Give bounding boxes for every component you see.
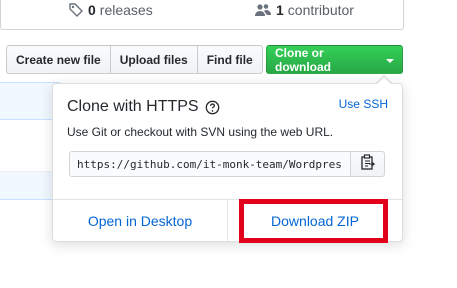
file-list-row-highlighted [0,172,60,200]
upload-files-button[interactable]: Upload files [109,45,198,74]
tag-icon [69,3,83,17]
find-file-button[interactable]: Find file [196,45,263,74]
file-actions-group: Create new file Upload files Find file [6,45,263,74]
caret-down-icon [386,58,394,63]
clone-title-text: Clone with HTTPS [67,98,199,115]
clone-url-input[interactable] [69,151,351,177]
use-ssh-link[interactable]: Use SSH [339,97,388,111]
releases-label: releases [99,2,153,18]
people-icon [255,3,271,17]
dropdown-arrow-inner [377,77,391,84]
question-icon[interactable] [205,100,220,115]
releases-stat[interactable]: 0 releases [69,0,153,20]
releases-count: 0 [88,2,96,18]
contributors-stat[interactable]: 1 contributor [255,0,354,20]
clone-or-download-button[interactable]: Clone or download [266,45,403,74]
repo-stats-bar: 0 releases 1 contributor [0,0,404,30]
contributors-count: 1 [276,2,284,18]
clone-description: Use Git or checkout with SVN using the w… [67,125,334,139]
clone-title: Clone with HTTPS [67,98,220,116]
file-list-header [0,82,60,120]
open-in-desktop-button[interactable]: Open in Desktop [53,200,228,241]
create-new-file-button[interactable]: Create new file [6,45,111,74]
clone-url-group [69,151,386,177]
file-list-row [0,120,60,172]
clipboard-icon [360,153,375,175]
contributors-label: contributor [287,2,354,18]
copy-to-clipboard-button[interactable] [350,151,385,177]
download-zip-highlight [239,199,388,243]
clone-or-download-label: Clone or download [275,45,331,74]
